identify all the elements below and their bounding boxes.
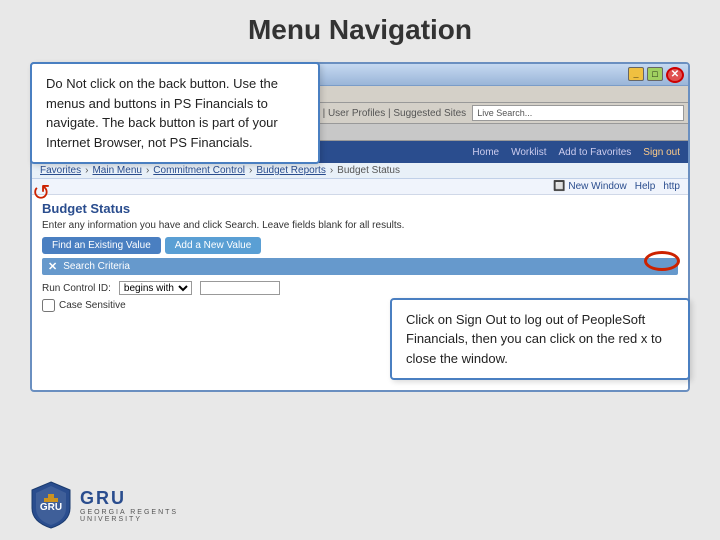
ps-case-sensitive-label: Case Sensitive (59, 300, 126, 311)
gru-shield-icon: GRU (30, 480, 72, 530)
ps-nav-add-favorites[interactable]: Add to Favorites (558, 147, 631, 158)
ps-tab-find[interactable]: Find an Existing Value (42, 237, 161, 254)
bc-sep3: › (249, 165, 252, 176)
bc-main-menu[interactable]: Main Menu (92, 165, 141, 176)
ps-new-window[interactable]: 🔲 New Window (553, 181, 627, 192)
page-title: Menu Navigation (0, 0, 720, 56)
gru-logo: GRU GRU GEORGIA REGENTS UNIVERSITY (30, 480, 178, 530)
address-bar[interactable]: Live Search... (472, 105, 684, 121)
gru-text-block: GRU GEORGIA REGENTS UNIVERSITY (80, 488, 178, 523)
ps-page-title: Budget Status (42, 201, 678, 216)
ps-nav-worklist[interactable]: Worklist (511, 147, 546, 158)
ps-search-bar: ✕ Search Criteria (42, 258, 678, 275)
bc-sep2: › (146, 165, 149, 176)
callout-bottom-text: Click on Sign Out to log out of PeopleSo… (406, 312, 662, 366)
ps-search-criteria-label: Search Criteria (63, 261, 130, 272)
callout-top-text: Do Not click on the back button. Use the… (46, 76, 278, 150)
ps-form-label: Run Control ID: (42, 283, 111, 294)
ps-criteria-select[interactable]: begins with contains = (119, 281, 192, 295)
bc-budget-status: Budget Status (337, 165, 400, 176)
callout-bottom-box: Click on Sign Out to log out of PeopleSo… (390, 298, 690, 381)
ps-form-row: Run Control ID: begins with contains = (42, 281, 678, 295)
gru-line2: UNIVERSITY (80, 516, 178, 523)
ps-nav-signout[interactable]: Sign out (643, 147, 680, 158)
address-url: Live Search... (477, 108, 532, 118)
ps-description: Enter any information you have and click… (42, 220, 678, 231)
ps-tabs: Find an Existing Value Add a New Value (42, 237, 678, 254)
maximize-button[interactable]: □ (647, 67, 663, 81)
gru-line1: GEORGIA REGENTS (80, 509, 178, 516)
ps-nav-home[interactable]: Home (472, 147, 499, 158)
svg-text:GRU: GRU (40, 502, 62, 513)
bc-sep4: › (330, 165, 333, 176)
ps-breadcrumb: Favorites › Main Menu › Commitment Contr… (32, 163, 688, 179)
callout-top-box: Do Not click on the back button. Use the… (30, 62, 320, 164)
search-criteria-close-icon[interactable]: ✕ (48, 260, 57, 273)
ps-sub-nav: 🔲 New Window Help http (32, 179, 688, 195)
bc-commitment-control[interactable]: Commitment Control (153, 165, 245, 176)
close-window-button[interactable]: ✕ (666, 67, 684, 83)
ps-run-control-input[interactable] (200, 281, 280, 295)
ps-tab-add[interactable]: Add a New Value (165, 237, 262, 254)
bc-budget-reports[interactable]: Budget Reports (256, 165, 326, 176)
ps-case-sensitive-checkbox[interactable] (42, 299, 55, 312)
minimize-button[interactable]: _ (628, 67, 644, 81)
bc-sep1: › (85, 165, 88, 176)
ps-http-link[interactable]: http (663, 181, 680, 192)
browser-titlebar-buttons: _ □ ✕ (628, 67, 684, 83)
bc-favorites[interactable]: Favorites (40, 165, 81, 176)
gru-acronym: GRU (80, 488, 178, 509)
signout-circle-highlight (644, 251, 680, 271)
ps-help-link[interactable]: Help (635, 181, 656, 192)
ps-nav-links: Home Worklist Add to Favorites Sign out (472, 147, 680, 158)
